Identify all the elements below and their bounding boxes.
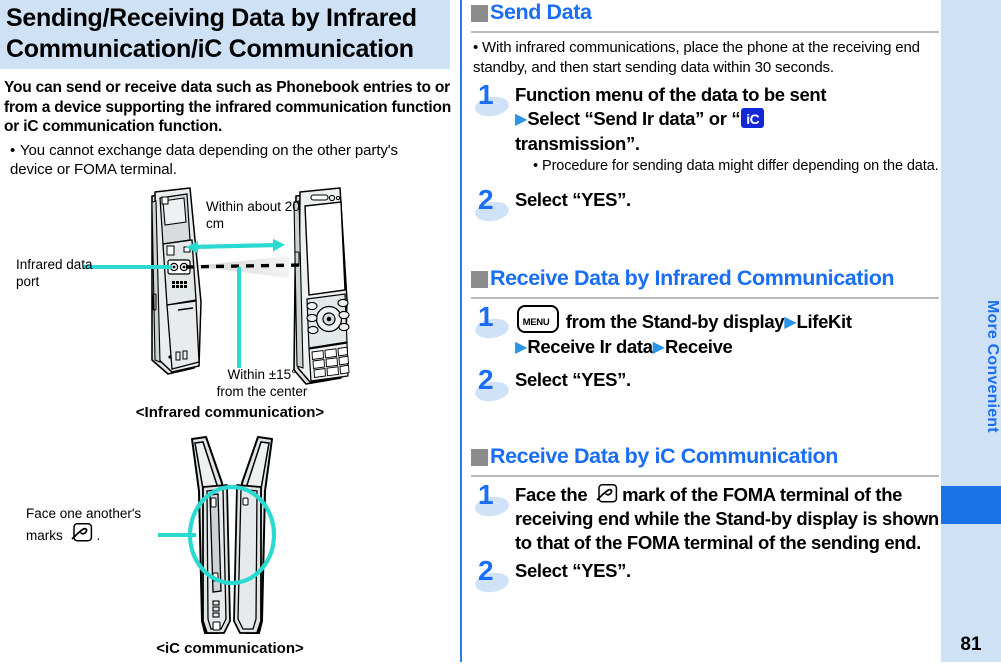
intro-bullet: • You cannot exchange data depending on t… bbox=[10, 141, 440, 179]
step-number-badge: 1 bbox=[473, 301, 513, 345]
right-column: Send Data • With infrared communications,… bbox=[471, 0, 939, 662]
step-receive-ir-1-text: from the Stand-by display▶LifeKit ▶Recei… bbox=[515, 305, 939, 360]
chapter-label: More Convenient bbox=[984, 300, 1001, 433]
step-send-2-text: Select “YES”. bbox=[515, 189, 631, 210]
page-title: Sending/Receiving Data by Infrared Commu… bbox=[0, 0, 450, 69]
section-rule bbox=[471, 297, 939, 299]
section-receive-infrared: Receive Data by Infrared Communication 1… bbox=[471, 266, 939, 404]
section-marker-square bbox=[471, 271, 488, 288]
section-marker-square bbox=[471, 449, 488, 466]
menu-key-icon bbox=[517, 305, 559, 335]
label-within-15-degrees: Within ±15° from the center bbox=[216, 367, 308, 399]
step-number-badge: 2 bbox=[473, 364, 513, 408]
step-receive-ic-2: 2 Select “YES”. bbox=[471, 555, 939, 595]
section-marker-square bbox=[471, 5, 488, 22]
figure-caption-infrared: <Infrared communication> bbox=[135, 404, 325, 421]
step-number-badge: 1 bbox=[473, 479, 513, 523]
step-send-1-text: Function menu of the data to be sent ▶Se… bbox=[515, 83, 939, 156]
label-within-20cm: Within about 20 cm bbox=[206, 199, 300, 231]
label-infrared-data-port: Infrared data port bbox=[16, 257, 93, 289]
step-receive-ir-2-text: Select “YES”. bbox=[515, 369, 631, 390]
step-send-2: 2 Select “YES”. bbox=[471, 184, 939, 224]
step-receive-ic-2-text: Select “YES”. bbox=[515, 560, 631, 581]
felica-mark-icon bbox=[71, 523, 92, 542]
arrow-icon: ▶ bbox=[515, 339, 528, 356]
arrow-icon: ▶ bbox=[784, 314, 797, 331]
send-data-note: • With infrared communications, place the… bbox=[473, 39, 920, 76]
bullet-dot: • bbox=[473, 39, 479, 56]
section-heading-receive-ic: Receive Data by iC Communication bbox=[471, 444, 939, 474]
step-number-badge: 2 bbox=[473, 184, 513, 228]
arrow-icon: ▶ bbox=[515, 111, 528, 128]
step-send-1: 1 Function menu of the data to be sent ▶… bbox=[471, 79, 939, 176]
bullet-dot: • bbox=[533, 158, 538, 174]
figure-infrared-communication: Within about 20 cm Infrared data port Wi… bbox=[0, 182, 455, 421]
step-receive-ir-1: 1 from the Stand-by display▶LifeKit ▶Rec… bbox=[471, 301, 939, 360]
step-receive-ic-1: 1 Face the mark of the FOMA terminal of … bbox=[471, 479, 939, 555]
left-column: Sending/Receiving Data by Infrared Commu… bbox=[0, 0, 455, 662]
arrow-icon: ▶ bbox=[652, 339, 665, 356]
step-send-1-subnote: • Procedure for sending data might differ… bbox=[533, 158, 939, 174]
intro-bullet-text: You cannot exchange data depending on th… bbox=[10, 142, 398, 178]
section-receive-ic: Receive Data by iC Communication 1 Face … bbox=[471, 444, 939, 595]
step-number-badge: 1 bbox=[473, 79, 513, 123]
column-divider bbox=[460, 0, 462, 662]
page-number: 81 bbox=[960, 634, 982, 655]
figure-caption-ic: <iC communication> bbox=[156, 640, 304, 657]
section-heading-receive-infrared: Receive Data by Infrared Communication bbox=[471, 266, 939, 296]
chapter-tab-marker bbox=[941, 486, 1001, 524]
manual-page: Sending/Receiving Data by Infrared Commu… bbox=[0, 0, 1001, 662]
section-send-data: Send Data • With infrared communications,… bbox=[471, 0, 939, 224]
chapter-sidebar: More Convenient 81 bbox=[941, 0, 1001, 662]
section-rule bbox=[471, 475, 939, 477]
label-face-marks: Face one another's marks . bbox=[26, 506, 142, 543]
section-rule bbox=[471, 31, 939, 33]
step-number-badge: 2 bbox=[473, 555, 513, 599]
step-receive-ic-1-text: Face the mark of the FOMA terminal of th… bbox=[515, 484, 939, 553]
step-receive-ir-2: 2 Select “YES”. bbox=[471, 364, 939, 404]
figure-ic-communication: Face one another's marks . <iC communica… bbox=[0, 425, 455, 662]
bullet-dot: • bbox=[10, 142, 16, 159]
intro-lead: You can send or receive data such as Pho… bbox=[4, 79, 452, 135]
ic-badge-icon bbox=[741, 107, 765, 131]
felica-mark-icon bbox=[596, 484, 618, 503]
section-heading-send-data: Send Data bbox=[471, 0, 939, 30]
